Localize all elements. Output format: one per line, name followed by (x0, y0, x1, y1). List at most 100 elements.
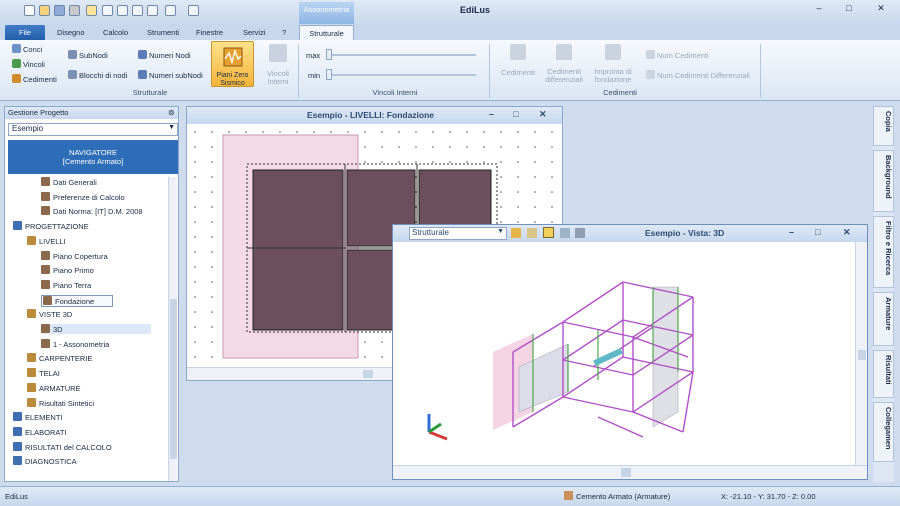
render-icon[interactable] (543, 227, 554, 238)
export-icon[interactable] (560, 228, 570, 238)
tree-scroll-thumb[interactable] (170, 299, 177, 459)
tree-item[interactable]: RISULTATI del CALCOLO (13, 441, 112, 452)
cedimenti-button[interactable]: Cedimenti (12, 74, 57, 84)
max-slider[interactable] (326, 54, 476, 56)
tree-item[interactable]: PROGETTAZIONE (13, 221, 89, 231)
view3d-vscrollbar[interactable] (855, 242, 867, 465)
num-cedimenti-diff-button[interactable]: Num Cedimenti Differenziali (646, 70, 750, 80)
filter-icon[interactable] (527, 228, 537, 238)
navigator-banner: NAVIGATORE [Cemento Armato] (8, 140, 178, 174)
view3d-minimize-icon[interactable]: – (789, 227, 794, 237)
chevron-down-icon[interactable]: ▼ (168, 124, 175, 131)
armature-tab[interactable]: Armature (873, 292, 894, 346)
tree-item[interactable]: ELABORATI (13, 426, 67, 437)
tree-item[interactable]: Risultati Sintetici (27, 397, 94, 408)
plan-minimize-icon[interactable]: – (489, 109, 494, 119)
tree-item-label: Piano Copertura (53, 251, 108, 261)
tree-item[interactable]: 3D (41, 324, 151, 334)
risultati-tab[interactable]: Risultati (873, 350, 894, 398)
numeri-subnodi-label: Numeri subNodi (149, 71, 203, 80)
view3d-restore-icon[interactable]: □ (815, 227, 820, 237)
tree-item[interactable]: ARMATURE (27, 382, 81, 393)
restore-icon[interactable]: □ (838, 3, 860, 17)
project-combo-value: Esempio (12, 124, 44, 133)
minimize-icon[interactable]: – (808, 3, 830, 17)
tree-item[interactable]: DIAGNOSTICA (13, 456, 77, 466)
undo-icon[interactable] (165, 5, 176, 16)
redo-icon[interactable] (188, 5, 199, 16)
select-icon[interactable] (86, 5, 97, 16)
tree-item-label: Preferenze di Calcolo (53, 192, 125, 202)
tree-node-icon (27, 382, 36, 392)
tree-item[interactable]: 1 - Assonometria (41, 338, 109, 349)
tab-finestre[interactable]: Finestre (189, 25, 230, 40)
tree-item[interactable]: CARPENTERIE (27, 353, 92, 363)
tab-strumenti[interactable]: Strumenti (140, 25, 186, 40)
tree-item[interactable]: Piano Terra (41, 279, 91, 290)
numeri-subnodi-button[interactable]: Numeri subNodi (138, 70, 203, 80)
subnodi-button[interactable]: SubNodi (68, 50, 108, 60)
tree-item[interactable]: Piano Primo (41, 265, 94, 275)
cedimenti-diff-button[interactable]: Cedimenti differenziali (542, 44, 586, 84)
numeri-nodi-button[interactable]: Numeri Nodi (138, 50, 191, 60)
tree-item[interactable]: Dati Generali (41, 177, 97, 187)
conci-button[interactable]: Conci (12, 44, 42, 54)
chevron-down-icon[interactable]: ▼ (497, 228, 504, 235)
copia-tab[interactable]: Copia (873, 106, 894, 146)
tree-scrollbar[interactable] (168, 177, 177, 481)
tree-item[interactable]: LIVELLI (27, 235, 66, 246)
blocchi-nodi-button[interactable]: Blocchi di nodi (68, 70, 127, 80)
layers-icon[interactable] (511, 228, 521, 238)
filtro-ricerca-tab[interactable]: Filtro e Ricerca (873, 216, 894, 288)
open-icon[interactable] (39, 5, 50, 16)
copy-icon[interactable] (132, 5, 143, 16)
tree-item[interactable]: Dati Norma: [IT] D.M. 2008 (41, 206, 143, 216)
view3d-vscroll-thumb[interactable] (858, 350, 866, 360)
plan-hscroll-thumb[interactable] (363, 370, 373, 378)
cut-icon[interactable] (117, 5, 128, 16)
tree-item[interactable]: Fondazione (41, 294, 114, 307)
tab-help[interactable]: ? (275, 25, 293, 40)
tree-item[interactable]: Piano Copertura (41, 250, 108, 261)
conci-label: Conci (23, 45, 43, 54)
max-slider-thumb[interactable] (326, 49, 332, 60)
plan-close-icon[interactable]: ✕ (539, 109, 547, 120)
vincoli-button[interactable]: Vincoli (12, 59, 45, 69)
plan-restore-icon[interactable]: □ (513, 109, 518, 119)
pin-icon[interactable]: ⊚ (168, 108, 175, 117)
view-type-select[interactable]: Strutturale ▼ (409, 227, 507, 240)
tab-disegno[interactable]: Disegno (50, 25, 92, 40)
new-icon[interactable] (24, 5, 35, 16)
project-combo[interactable]: Esempio ▼ (8, 123, 178, 136)
vincoli-label: Vincoli (23, 60, 45, 69)
view3d-close-icon[interactable]: ✕ (843, 227, 851, 238)
tree-node-icon (13, 456, 22, 466)
tree-item[interactable]: VISTE 3D (27, 309, 72, 319)
tab-strutturale[interactable]: Strutturale (299, 25, 354, 40)
tree-item[interactable]: TELAI (27, 368, 60, 378)
min-slider-thumb[interactable] (326, 69, 332, 80)
save-icon[interactable] (54, 5, 65, 16)
view3d-hscroll-thumb[interactable] (621, 468, 631, 477)
impronta-fondazione-button[interactable]: Impronta di fondazione (590, 44, 636, 84)
ribbon-tabs: File Disegno Calcolo Strumenti Finestre … (0, 24, 900, 40)
tree-item[interactable]: Preferenze di Calcolo (41, 191, 125, 202)
tab-file[interactable]: File (5, 25, 45, 40)
print-icon[interactable] (69, 5, 80, 16)
piani-zero-sismico-button[interactable]: Piani Zero Sismico (211, 41, 254, 87)
view3d-canvas[interactable] (393, 242, 855, 465)
cedimenti-big-button[interactable]: Cedimenti (496, 44, 540, 77)
background-tab[interactable]: Background (873, 150, 894, 212)
tab-servizi[interactable]: Servizi (236, 25, 273, 40)
vincoli-interni-button[interactable]: Vincoli Interni (262, 44, 294, 86)
zoom-icon[interactable] (102, 5, 113, 16)
close-icon[interactable]: ✕ (870, 3, 892, 17)
paste-icon[interactable] (147, 5, 158, 16)
num-cedimenti-button[interactable]: Num Cedimenti (646, 50, 709, 60)
camera-icon[interactable] (575, 228, 585, 238)
tab-calcolo[interactable]: Calcolo (96, 25, 135, 40)
collegamenti-tab[interactable]: Collegamen (873, 402, 894, 462)
tree-item[interactable]: ELEMENTI (13, 412, 63, 422)
min-slider[interactable] (326, 74, 476, 76)
view3d-hscrollbar[interactable] (393, 465, 867, 479)
